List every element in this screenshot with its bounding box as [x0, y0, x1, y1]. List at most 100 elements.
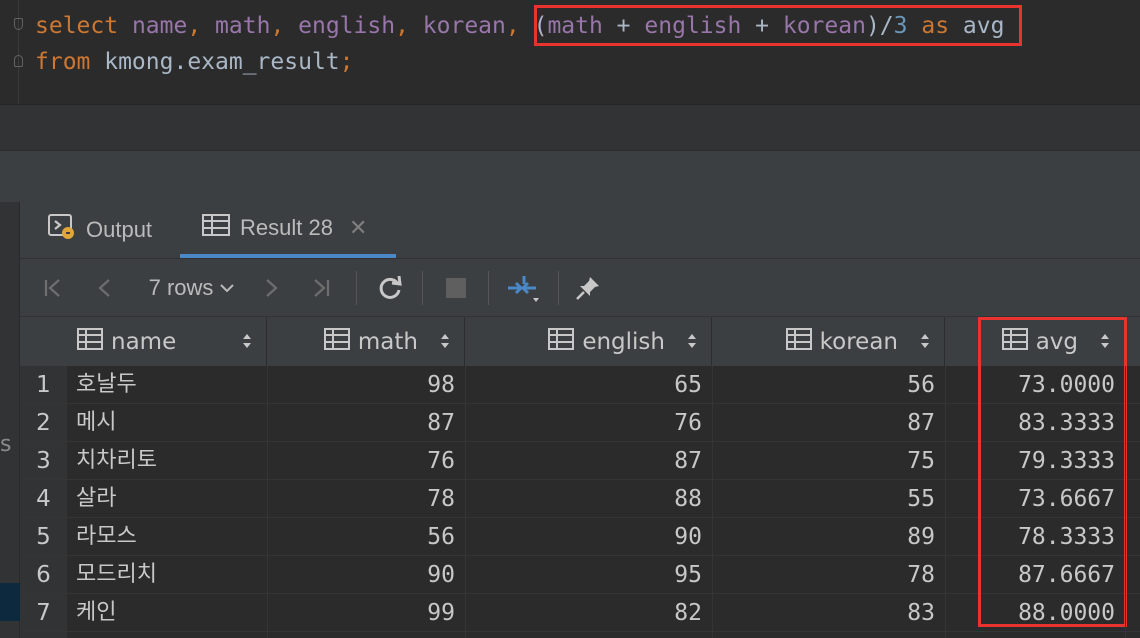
- cell-avg[interactable]: 73.0000: [945, 366, 1125, 404]
- refresh-icon[interactable]: [372, 259, 408, 317]
- cell-math[interactable]: 99: [267, 594, 465, 632]
- cell-name[interactable]: 메시: [67, 404, 267, 442]
- tab-output[interactable]: Output: [48, 202, 178, 258]
- code-token: kmong.exam_result: [90, 49, 340, 75]
- column-header-math[interactable]: math: [267, 317, 465, 367]
- cell-korean[interactable]: 75: [712, 442, 945, 480]
- pin-icon[interactable]: [570, 259, 606, 317]
- grid-divider: [1125, 366, 1126, 638]
- console-icon: [48, 214, 76, 246]
- last-page-icon[interactable]: [306, 259, 336, 317]
- cell-math[interactable]: 78: [267, 480, 465, 518]
- sql-editor[interactable]: select name, math, english, korean, (mat…: [0, 0, 1140, 104]
- next-page-icon[interactable]: [256, 259, 286, 317]
- sort-icon[interactable]: [1100, 331, 1110, 357]
- cell-avg[interactable]: 83.3333: [945, 404, 1125, 442]
- cell-name[interactable]: 모드리치: [67, 556, 267, 594]
- table-icon: [202, 214, 230, 242]
- code-token: ,: [505, 13, 534, 39]
- table-row[interactable]: 4 살라 78 88 55 73.6667: [20, 480, 1140, 518]
- cell-avg[interactable]: 87.6667: [945, 556, 1125, 594]
- grid-divider: [465, 366, 466, 638]
- services-tabs: Output Result 28 ✕: [20, 202, 1140, 258]
- rows-count-dropdown[interactable]: 7 rows: [140, 259, 244, 317]
- toolbar-separator: [356, 271, 357, 305]
- column-header-english[interactable]: english: [465, 317, 712, 367]
- sort-icon[interactable]: [687, 331, 697, 357]
- first-page-icon[interactable]: [38, 259, 68, 317]
- fold-end-icon[interactable]: [14, 55, 23, 67]
- cell-math[interactable]: 76: [267, 442, 465, 480]
- cell-english[interactable]: 65: [465, 366, 712, 404]
- cell-math[interactable]: 90: [267, 556, 465, 594]
- editor-bottom-band: [0, 104, 1140, 150]
- cell-math[interactable]: 98: [267, 366, 465, 404]
- stop-icon[interactable]: [438, 259, 474, 317]
- sort-icon[interactable]: [440, 331, 450, 357]
- close-icon[interactable]: ✕: [349, 215, 367, 241]
- code-token: ,: [395, 13, 423, 39]
- cell-english[interactable]: 76: [465, 404, 712, 442]
- table-row[interactable]: 1 호날두 98 65 56 73.0000: [20, 366, 1140, 404]
- code-line-2[interactable]: from kmong.exam_result;: [35, 45, 354, 79]
- table-row[interactable]: 6 모드리치 90 95 78 87.6667: [20, 556, 1140, 594]
- table-row[interactable]: 7 케인 99 82 83 88.0000: [20, 594, 1140, 632]
- panel-header-band: [0, 150, 1140, 202]
- result-grid[interactable]: name math english korean avg 1 호날두 98 65 56 73.00…: [20, 316, 1140, 638]
- editor-gutter: [18, 0, 19, 104]
- cell-korean[interactable]: 56: [712, 366, 945, 404]
- cell-english[interactable]: 90: [465, 518, 712, 556]
- cell-math[interactable]: 56: [267, 518, 465, 556]
- cell-korean[interactable]: 55: [712, 480, 945, 518]
- column-header-label: math: [357, 329, 418, 355]
- cell-korean[interactable]: 83: [712, 594, 945, 632]
- toolbar-separator: [422, 271, 423, 305]
- row-number: 3: [36, 448, 51, 474]
- cell-english[interactable]: 95: [465, 556, 712, 594]
- previous-page-icon[interactable]: [90, 259, 120, 317]
- table-row[interactable]: 5 라모스 56 90 89 78.3333: [20, 518, 1140, 556]
- result-toolbar: 7 rows: [20, 258, 1140, 316]
- row-number: 2: [36, 410, 51, 436]
- fold-start-icon[interactable]: [14, 18, 23, 30]
- cell-name[interactable]: 치차리토: [67, 442, 267, 480]
- code-token: as: [907, 13, 963, 39]
- cell-name[interactable]: 라모스: [67, 518, 267, 556]
- table-row[interactable]: 2 메시 87 76 87 83.3333: [20, 404, 1140, 442]
- cell-korean[interactable]: 78: [712, 556, 945, 594]
- column-header-label: korean: [819, 329, 898, 355]
- cell-english[interactable]: 82: [465, 594, 712, 632]
- cell-avg[interactable]: 73.6667: [945, 480, 1125, 518]
- code-token: ;: [339, 49, 354, 75]
- sort-icon[interactable]: [920, 331, 930, 357]
- grid-divider: [712, 366, 713, 638]
- column-header-avg[interactable]: avg: [945, 317, 1125, 367]
- left-selection-marker: [0, 583, 20, 621]
- compare-icon[interactable]: [502, 259, 546, 317]
- column-header-korean[interactable]: korean: [712, 317, 945, 367]
- column-header-name[interactable]: name: [67, 317, 267, 367]
- sort-icon[interactable]: [242, 331, 252, 357]
- code-token: 3: [893, 13, 908, 39]
- table-row[interactable]: 3 치차리토 76 87 75 79.3333: [20, 442, 1140, 480]
- left-fragment-text: s: [0, 432, 12, 457]
- cell-name[interactable]: 케인: [67, 594, 267, 632]
- cell-name[interactable]: 호날두: [67, 366, 267, 404]
- cell-avg[interactable]: 88.0000: [945, 594, 1125, 632]
- code-line-1[interactable]: select name, math, english, korean, (mat…: [35, 9, 1004, 43]
- rows-count-label: 7 rows: [148, 275, 214, 300]
- cell-english[interactable]: 87: [465, 442, 712, 480]
- cell-avg[interactable]: 79.3333: [945, 442, 1125, 480]
- cell-math[interactable]: 87: [267, 404, 465, 442]
- row-number: 6: [36, 562, 51, 588]
- tab-result[interactable]: Result 28 ✕: [180, 202, 396, 258]
- code-token: ,: [187, 13, 216, 39]
- cell-avg[interactable]: 78.3333: [945, 518, 1125, 556]
- cell-korean[interactable]: 87: [712, 404, 945, 442]
- code-token: )/: [865, 13, 894, 39]
- cell-korean[interactable]: 89: [712, 518, 945, 556]
- cell-english[interactable]: 88: [465, 480, 712, 518]
- cell-name[interactable]: 살라: [67, 480, 267, 518]
- tab-result-label: Result 28: [240, 215, 333, 240]
